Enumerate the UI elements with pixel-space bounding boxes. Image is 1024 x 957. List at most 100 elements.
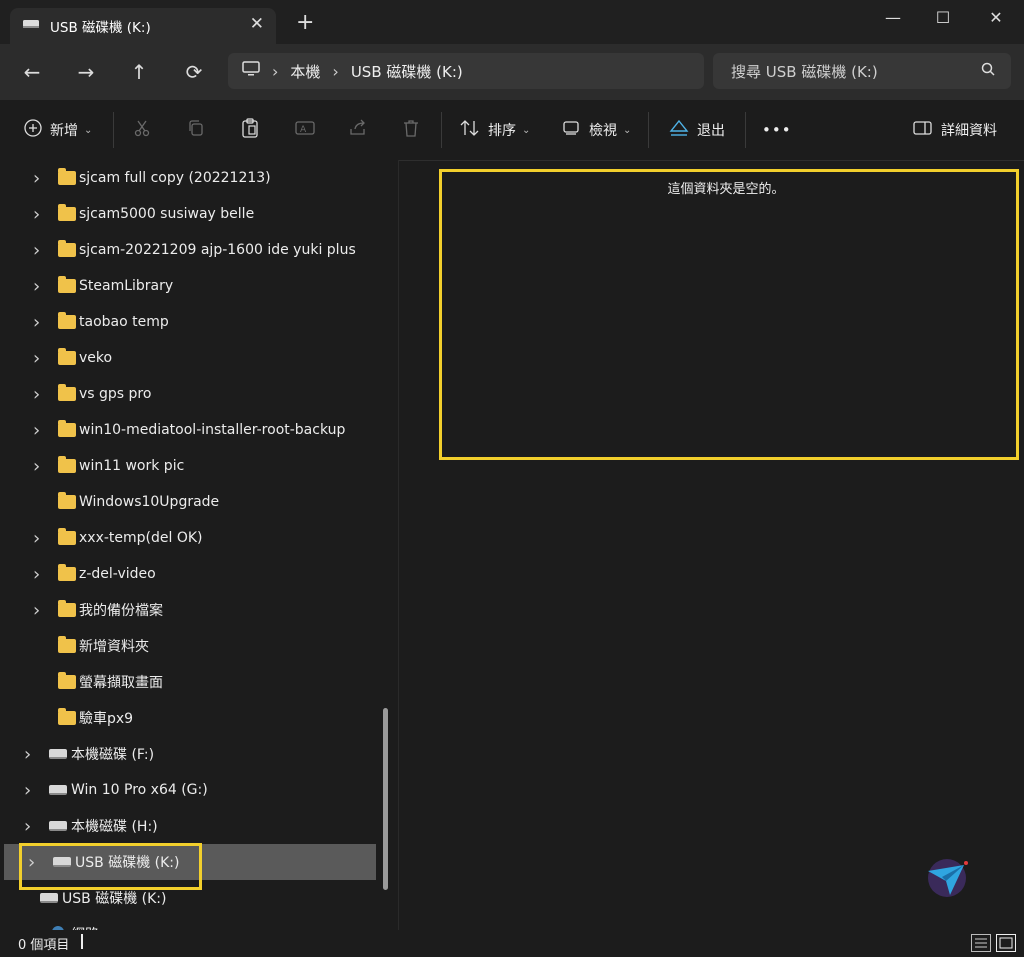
search-input[interactable]: 搜尋 USB 磁碟機 (K:) bbox=[731, 61, 981, 82]
expand-chevron-icon[interactable]: › bbox=[33, 564, 40, 585]
sidebar-item-label: veko bbox=[79, 350, 113, 366]
up-button[interactable]: ↑ bbox=[124, 57, 154, 87]
expand-chevron-icon[interactable]: › bbox=[33, 348, 40, 369]
sidebar-item-label: sjcam full copy (20221213) bbox=[79, 170, 271, 186]
search-icon[interactable] bbox=[981, 62, 995, 80]
sidebar-item[interactable]: › 我的備份檔案 bbox=[0, 592, 376, 628]
expand-chevron-icon[interactable]: › bbox=[33, 420, 40, 441]
minimize-button[interactable]: — bbox=[883, 8, 903, 28]
drive-icon bbox=[49, 821, 67, 831]
status-bar: 0 個項目 bbox=[0, 930, 1024, 957]
sort-button[interactable]: 排序 ⌄ bbox=[460, 118, 530, 142]
copy-button[interactable] bbox=[187, 118, 205, 142]
cut-button[interactable] bbox=[133, 118, 151, 142]
expand-chevron-icon[interactable]: › bbox=[33, 240, 40, 261]
watermark-logo bbox=[922, 855, 972, 905]
tiles-view-button[interactable] bbox=[996, 934, 1016, 952]
folder-icon bbox=[58, 240, 76, 257]
tab-close-icon[interactable]: ✕ bbox=[250, 14, 264, 34]
expand-chevron-icon[interactable]: › bbox=[33, 276, 40, 297]
back-button[interactable]: ← bbox=[17, 57, 47, 87]
sidebar-item[interactable]: › sjcam full copy (20221213) bbox=[0, 160, 376, 196]
sidebar-item[interactable]: › 本機磁碟 (F:) bbox=[0, 736, 376, 772]
navigation-pane-scrollbar[interactable] bbox=[383, 708, 388, 890]
sidebar-item[interactable]: › 本機磁碟 (H:) bbox=[0, 808, 376, 844]
address-bar[interactable]: › 本機 › USB 磁碟機 (K:) bbox=[228, 53, 704, 89]
folder-icon bbox=[58, 276, 76, 293]
sidebar-item[interactable]: 驗車px9 bbox=[0, 700, 376, 736]
delete-button[interactable] bbox=[403, 118, 419, 142]
details-pane-button[interactable]: 詳細資料 bbox=[913, 118, 997, 142]
maximize-button[interactable]: ☐ bbox=[933, 8, 953, 28]
sidebar-item[interactable]: › z-del-video bbox=[0, 556, 376, 592]
sidebar-item[interactable]: › win11 work pic bbox=[0, 448, 376, 484]
sidebar-item[interactable]: › vs gps pro bbox=[0, 376, 376, 412]
share-icon bbox=[349, 119, 367, 141]
share-button[interactable] bbox=[349, 118, 367, 142]
sidebar-item[interactable]: Windows10Upgrade bbox=[0, 484, 376, 520]
sidebar-item-label: Win 10 Pro x64 (G:) bbox=[71, 782, 208, 798]
sidebar-item-label: 驗車px9 bbox=[79, 711, 134, 727]
sidebar-item[interactable]: 螢幕擷取畫面 bbox=[0, 664, 376, 700]
sidebar-item[interactable]: 新增資料夾 bbox=[0, 628, 376, 664]
view-button[interactable]: 檢視 ⌄ bbox=[563, 118, 631, 142]
expand-chevron-icon[interactable]: › bbox=[33, 600, 40, 621]
sidebar-item[interactable]: › taobao temp bbox=[0, 304, 376, 340]
svg-text:A: A bbox=[300, 125, 307, 135]
rename-button[interactable]: A bbox=[295, 118, 315, 142]
sidebar-item-label: vs gps pro bbox=[79, 386, 152, 402]
breadcrumb-usb-drive[interactable]: USB 磁碟機 (K:) bbox=[351, 61, 463, 82]
chevron-down-icon: ⌄ bbox=[84, 124, 93, 136]
sidebar-item-label: sjcam5000 susiway belle bbox=[79, 206, 255, 222]
sidebar-item[interactable]: ›網路 bbox=[0, 916, 376, 930]
expand-chevron-icon[interactable]: › bbox=[33, 384, 40, 405]
folder-icon bbox=[58, 384, 76, 401]
sidebar-item[interactable]: › sjcam5000 susiway belle bbox=[0, 196, 376, 232]
breadcrumb-this-pc[interactable]: 本機 bbox=[290, 61, 320, 82]
toolbar-divider bbox=[648, 112, 649, 148]
view-label: 檢視 bbox=[589, 123, 617, 139]
new-button[interactable]: 新增 ⌄ bbox=[24, 118, 92, 142]
folder-icon bbox=[58, 600, 76, 617]
drive-icon bbox=[49, 785, 67, 795]
sidebar-item[interactable]: › SteamLibrary bbox=[0, 268, 376, 304]
forward-button[interactable]: → bbox=[71, 57, 101, 87]
paste-button[interactable] bbox=[241, 118, 259, 142]
breadcrumb-separator: › bbox=[272, 61, 279, 81]
new-tab-button[interactable]: + bbox=[296, 12, 314, 34]
text-cursor bbox=[81, 934, 83, 949]
expand-chevron-icon[interactable]: › bbox=[24, 744, 31, 765]
sidebar-item[interactable]: › sjcam-20221209 ajp-1600 ide yuki plus bbox=[0, 232, 376, 268]
folder-icon bbox=[58, 492, 76, 509]
expand-chevron-icon[interactable]: › bbox=[33, 528, 40, 549]
chevron-down-icon: ⌄ bbox=[522, 124, 531, 136]
eject-button[interactable]: 退出 bbox=[669, 118, 725, 142]
more-options-button[interactable]: ••• bbox=[762, 118, 792, 142]
new-label: 新增 bbox=[50, 123, 78, 139]
search-box[interactable]: 搜尋 USB 磁碟機 (K:) bbox=[713, 53, 1011, 89]
refresh-button[interactable]: ⟳ bbox=[179, 57, 209, 87]
expand-chevron-icon[interactable]: › bbox=[33, 456, 40, 477]
close-window-button[interactable]: ✕ bbox=[986, 8, 1006, 28]
sidebar-item-label: 本機磁碟 (F:) bbox=[71, 747, 155, 763]
expand-chevron-icon[interactable]: › bbox=[33, 168, 40, 189]
expand-chevron-icon[interactable]: › bbox=[33, 312, 40, 333]
eject-icon bbox=[669, 119, 689, 141]
expand-chevron-icon[interactable]: › bbox=[24, 816, 31, 837]
expand-chevron-icon[interactable]: › bbox=[24, 780, 31, 801]
expand-chevron-icon[interactable]: › bbox=[33, 204, 40, 225]
tab-usb-drive[interactable]: USB 磁碟機 (K:) ✕ bbox=[10, 8, 276, 44]
sidebar-item-label: win11 work pic bbox=[79, 458, 185, 474]
sidebar-item[interactable]: › win10-mediatool-installer-root-backup bbox=[0, 412, 376, 448]
folder-icon bbox=[58, 528, 76, 545]
tab-title: USB 磁碟機 (K:) bbox=[50, 20, 151, 36]
sidebar-item[interactable]: › Win 10 Pro x64 (G:) bbox=[0, 772, 376, 808]
clipboard-icon bbox=[241, 118, 259, 142]
sidebar-item-label: z-del-video bbox=[79, 566, 156, 582]
toolbar-divider bbox=[745, 112, 746, 148]
details-view-button[interactable] bbox=[971, 934, 991, 952]
sidebar-item[interactable]: › veko bbox=[0, 340, 376, 376]
sidebar-item[interactable]: › xxx-temp(del OK) bbox=[0, 520, 376, 556]
folder-icon bbox=[58, 636, 76, 653]
sidebar-item-label: sjcam-20221209 ajp-1600 ide yuki plus bbox=[79, 242, 356, 258]
